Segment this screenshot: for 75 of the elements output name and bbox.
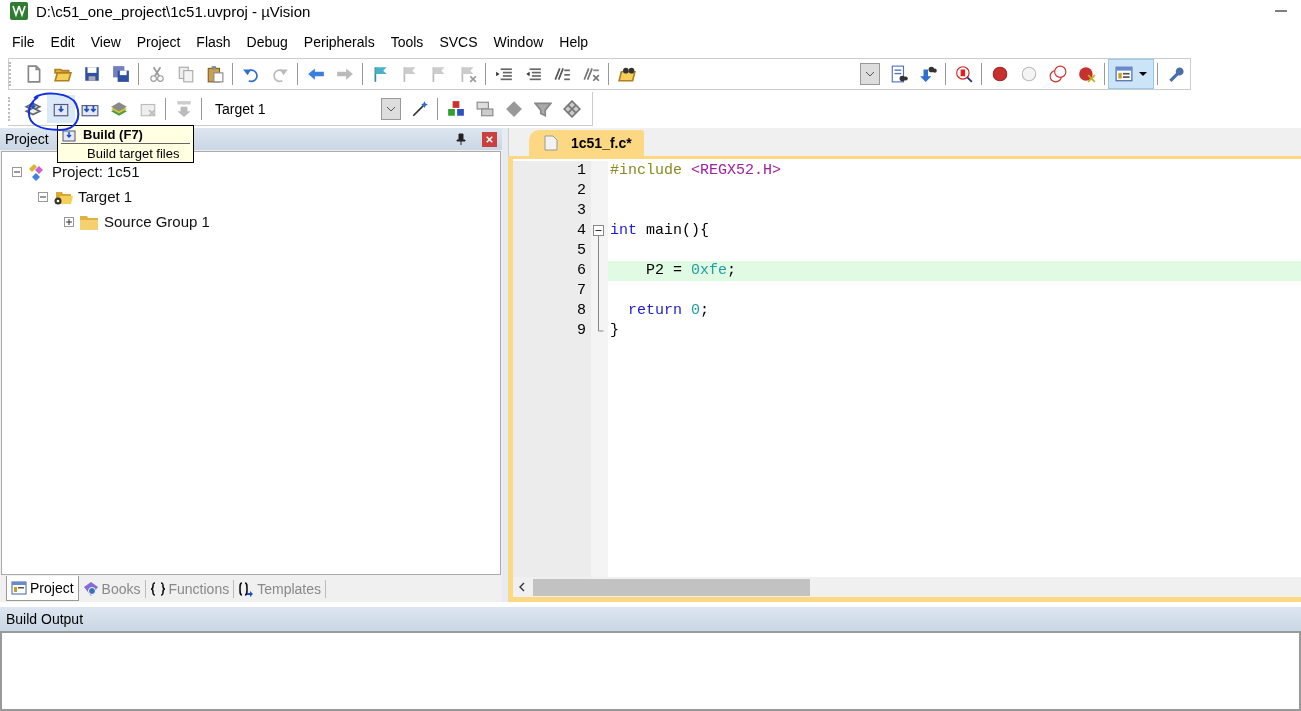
panel-title: Project <box>5 131 49 147</box>
books-icon <box>82 580 99 597</box>
line-number: 9 <box>576 321 587 341</box>
uncomment-icon[interactable] <box>581 65 600 83</box>
menu-item[interactable]: Project <box>128 34 189 50</box>
breakpoint-icon[interactable] <box>990 65 1009 83</box>
menu-item[interactable]: Window <box>485 34 552 50</box>
colored-blocks-icon[interactable] <box>446 99 465 118</box>
line-number: 6 <box>576 261 587 281</box>
magic-wand-icon[interactable] <box>410 99 429 118</box>
menu-item[interactable]: File <box>4 34 43 50</box>
line-number: 7 <box>576 281 587 301</box>
find-in-files-icon[interactable] <box>889 65 908 83</box>
line-number: 4 <box>576 221 587 241</box>
indent-icon[interactable] <box>494 65 513 83</box>
wrench-icon[interactable] <box>1166 65 1185 83</box>
project-window-icon <box>11 580 27 596</box>
tree-item[interactable]: Target 1 <box>78 188 133 205</box>
scrollbar-thumb[interactable] <box>533 578 810 596</box>
braces-icon <box>149 580 166 597</box>
menu-item[interactable]: Peripherals <box>295 34 383 50</box>
panel-title: Build Output <box>6 611 84 627</box>
code-line: P2 = 0xfe; <box>645 262 737 279</box>
line-number: 5 <box>576 241 587 261</box>
horizontal-scrollbar[interactable] <box>513 577 1301 597</box>
two-circles-icon[interactable] <box>1048 65 1067 83</box>
expand-icon[interactable] <box>64 216 74 227</box>
template-braces-icon <box>238 580 255 597</box>
window-layout-icon <box>1115 65 1133 83</box>
menu-item[interactable]: View <box>82 34 129 50</box>
tree-item[interactable]: Source Group 1 <box>104 213 210 230</box>
find-folder-icon[interactable] <box>617 65 636 83</box>
collapse-icon[interactable] <box>593 225 604 236</box>
code-line: } <box>610 322 619 339</box>
file-tab[interactable]: 1c51_f.c* <box>529 130 644 156</box>
build-button[interactable] <box>47 94 75 123</box>
window-layout-button[interactable] <box>1108 59 1154 89</box>
chevron-down-icon <box>865 71 875 77</box>
line-number: 3 <box>576 201 587 221</box>
caret-icon <box>1139 72 1147 76</box>
panel-tab[interactable]: Project <box>6 576 79 601</box>
menu-item[interactable]: Help <box>551 34 597 50</box>
window-title: D:\c51_one_project\1c51.uvproj - µVision <box>36 2 312 20</box>
menu-item[interactable]: Edit <box>42 34 83 50</box>
close-icon[interactable] <box>482 131 497 147</box>
menu-item[interactable]: Tools <box>382 34 432 50</box>
code-line: #include <REGX52.H> <box>610 162 782 179</box>
menu-item[interactable]: Debug <box>238 34 296 50</box>
paste-icon[interactable] <box>205 65 224 83</box>
menu-item[interactable]: SVCS <box>431 34 486 50</box>
comment-icon[interactable] <box>552 65 571 83</box>
scroll-left-icon[interactable] <box>519 582 525 592</box>
file-icon <box>543 135 559 151</box>
tooltip-title: Build (F7) <box>83 126 143 143</box>
line-number: 1 <box>576 161 587 181</box>
code-line: return 0; <box>627 302 710 319</box>
tree-item[interactable]: Project: 1c51 <box>52 163 140 180</box>
debug-icon[interactable] <box>954 65 973 83</box>
line-number: 8 <box>576 301 587 321</box>
stack-icon[interactable] <box>23 99 42 118</box>
pin-icon[interactable] <box>456 133 466 145</box>
code-line: int main(){ <box>610 222 710 239</box>
grid-icon[interactable] <box>562 99 581 118</box>
diamond-icon[interactable] <box>504 99 523 118</box>
save-icon[interactable] <box>82 65 101 83</box>
windows-icon[interactable] <box>475 99 494 118</box>
target-select[interactable]: Target 1 <box>211 97 401 120</box>
line-number: 2 <box>576 181 587 201</box>
download-arrow-icon[interactable] <box>918 65 937 83</box>
circle-with-cross-icon[interactable] <box>1077 65 1096 83</box>
chevron-down-icon <box>386 105 396 112</box>
save-all-icon[interactable] <box>111 65 130 83</box>
menu-item[interactable]: Flash <box>188 34 239 50</box>
tooltip-description: Build target files <box>86 145 181 162</box>
cut-icon[interactable] <box>147 65 166 83</box>
